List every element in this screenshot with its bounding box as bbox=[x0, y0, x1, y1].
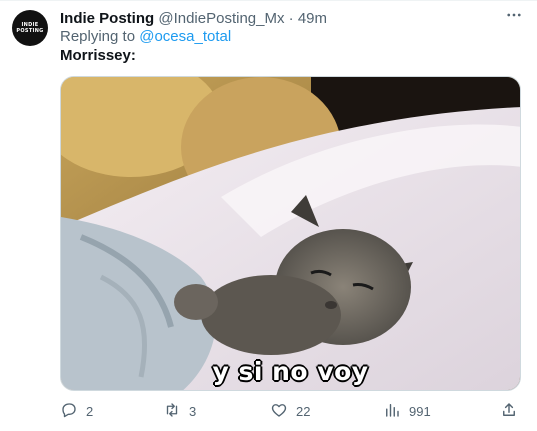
retweet-button[interactable]: 3 bbox=[163, 400, 196, 422]
divider bbox=[0, 0, 537, 1]
avatar[interactable]: INDIE POSTING bbox=[12, 10, 48, 46]
tweet-header: Indie Posting @IndiePosting_Mx · 49m bbox=[60, 9, 327, 29]
tweet-text: Morrissey: bbox=[60, 47, 136, 64]
retweet-count: 3 bbox=[189, 403, 197, 419]
share-button[interactable] bbox=[500, 400, 518, 422]
cat-in-bed-photo bbox=[61, 77, 520, 390]
share-icon bbox=[500, 401, 518, 422]
tweet-image[interactable]: y si no voy bbox=[60, 76, 521, 391]
replying-to: Replying to @ocesa_total bbox=[60, 27, 231, 47]
avatar-text-line2: POSTING bbox=[16, 28, 44, 34]
heart-icon bbox=[270, 401, 288, 422]
like-button[interactable]: 22 bbox=[270, 400, 310, 422]
tweet-time[interactable]: 49m bbox=[298, 10, 327, 27]
replying-prefix: Replying to bbox=[60, 28, 136, 45]
separator-dot: · bbox=[288, 10, 294, 27]
reply-count: 2 bbox=[86, 403, 94, 419]
views-button[interactable]: 991 bbox=[383, 400, 431, 422]
author-handle[interactable]: @IndiePosting_Mx bbox=[158, 10, 284, 27]
tweet-card[interactable]: INDIE POSTING Indie Posting @IndiePostin… bbox=[0, 0, 537, 431]
image-caption: y si no voy bbox=[212, 357, 369, 386]
tweet-actions: 2 3 22 991 bbox=[0, 400, 537, 422]
more-horizontal-icon[interactable] bbox=[505, 6, 523, 29]
views-count: 991 bbox=[409, 403, 431, 419]
replying-to-link[interactable]: @ocesa_total bbox=[139, 28, 231, 45]
like-count: 22 bbox=[296, 403, 311, 419]
author-name[interactable]: Indie Posting bbox=[60, 10, 154, 27]
retweet-icon bbox=[163, 401, 181, 422]
views-bar-chart-icon bbox=[383, 401, 401, 422]
reply-icon bbox=[60, 401, 78, 422]
reply-button[interactable]: 2 bbox=[60, 400, 93, 422]
